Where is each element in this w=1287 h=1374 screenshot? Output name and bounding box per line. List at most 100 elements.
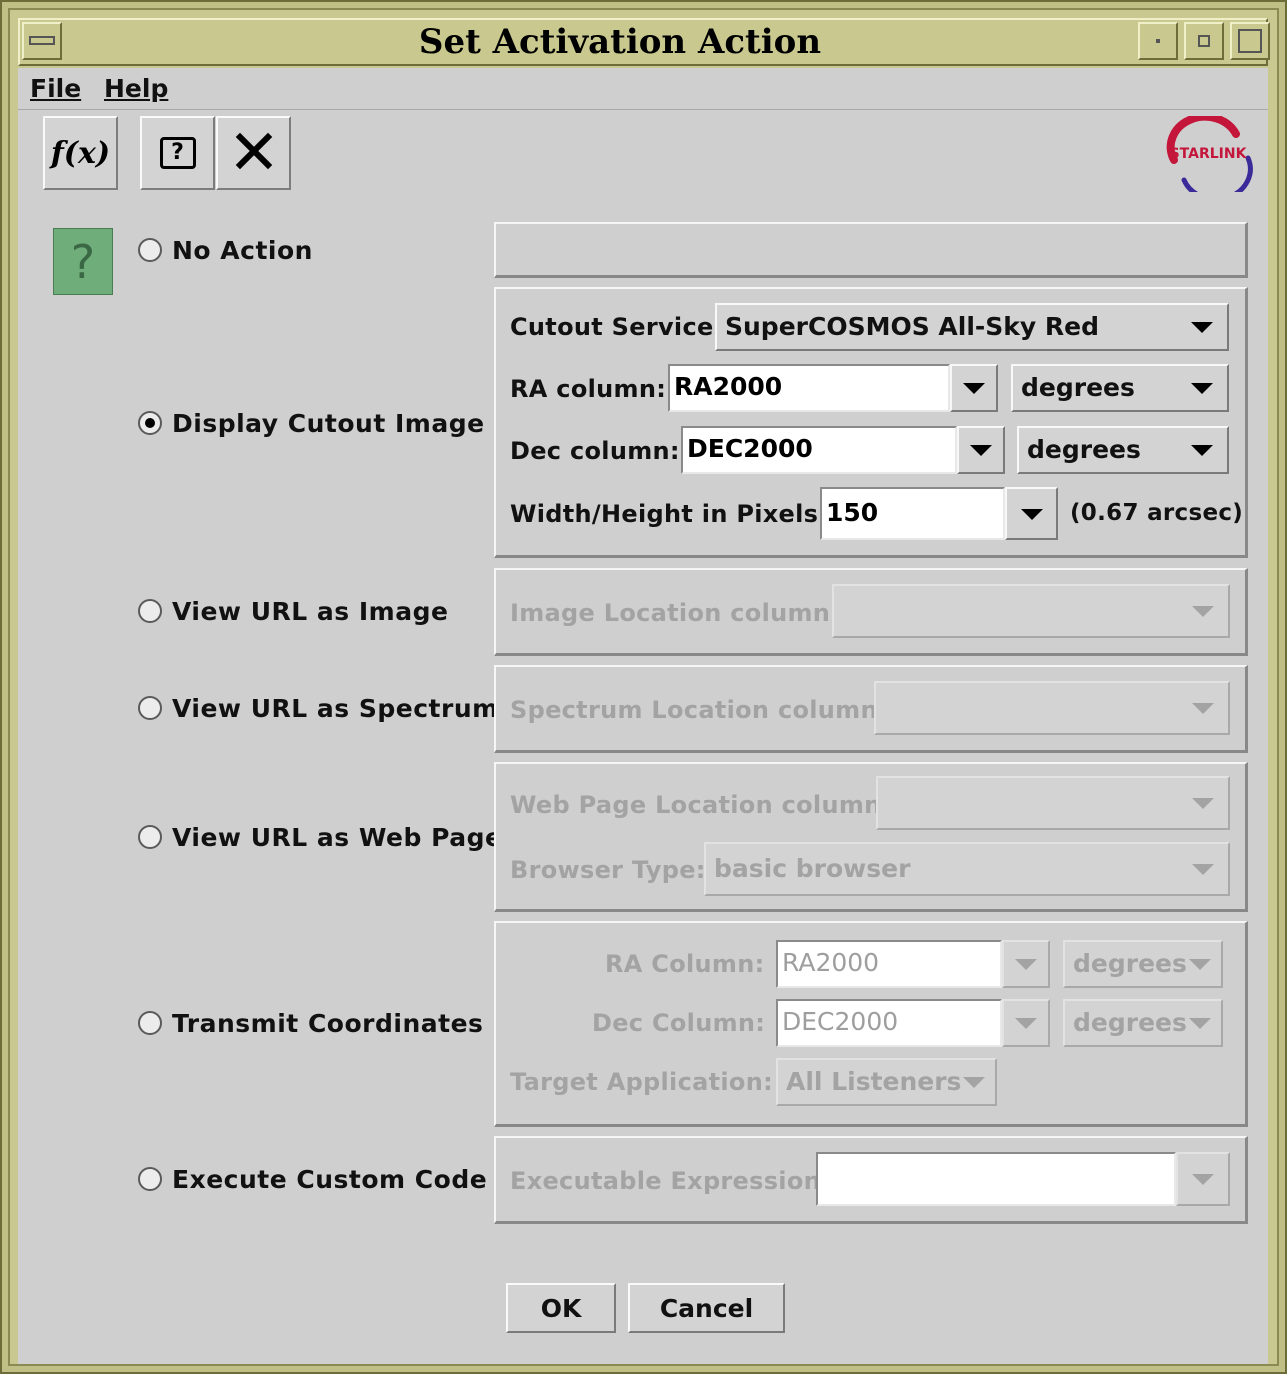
cancel-button[interactable]: Cancel <box>628 1283 785 1333</box>
image-location-select[interactable] <box>832 584 1230 638</box>
dec-unit-select[interactable]: degrees <box>1017 426 1229 474</box>
target-application-label: Target Application: <box>510 1068 773 1096</box>
option-no-action-label: No Action <box>172 235 313 265</box>
chevron-down-icon <box>1192 864 1214 875</box>
pixel-size-input[interactable]: 150 <box>820 487 1005 540</box>
transmit-dec-label: Dec Column: <box>592 1009 766 1037</box>
dec-column-label: Dec column: <box>510 437 680 465</box>
radio-display-cutout[interactable] <box>138 411 162 435</box>
transmit-dec-unit-select[interactable]: degrees <box>1063 999 1223 1047</box>
close-window-icon <box>1232 24 1268 58</box>
chevron-down-icon <box>1192 1174 1214 1185</box>
ra-unit-select[interactable]: degrees <box>1011 364 1229 412</box>
option-url-web[interactable]: View URL as Web Page <box>138 822 502 852</box>
menu-file[interactable]: File <box>30 74 81 103</box>
option-url-spectrum[interactable]: View URL as Spectrum <box>138 693 499 723</box>
radio-url-spectrum[interactable] <box>138 696 162 720</box>
web-location-select[interactable] <box>876 776 1230 830</box>
help-speech-glyph: ? <box>171 140 184 165</box>
cutout-service-select[interactable]: SuperCOSMOS All-Sky Red <box>715 303 1229 351</box>
radio-url-web[interactable] <box>138 825 162 849</box>
target-application-select[interactable]: All Listeners <box>776 1058 997 1106</box>
radio-transmit[interactable] <box>138 1011 162 1035</box>
menu-bar <box>18 68 1268 110</box>
option-url-web-label: View URL as Web Page <box>172 822 503 852</box>
target-application-value: All Listeners <box>786 1067 962 1096</box>
dec-column-input[interactable]: DEC2000 <box>681 426 957 474</box>
browser-type-select[interactable]: basic browser <box>704 842 1230 896</box>
chevron-down-icon <box>1192 703 1214 714</box>
transmit-dec-dropdown-button[interactable] <box>1002 999 1050 1047</box>
menu-help-label: Help <box>104 74 169 103</box>
chevron-down-icon <box>1015 1018 1037 1029</box>
executable-expression-label: Executable Expression: <box>510 1167 831 1195</box>
close-window-button[interactable] <box>1230 22 1270 60</box>
option-no-action[interactable]: No Action <box>138 235 313 265</box>
no-action-panel <box>494 222 1248 278</box>
transmit-ra-dropdown-button[interactable] <box>1002 940 1050 988</box>
option-custom-code-label: Execute Custom Code <box>172 1164 488 1194</box>
option-url-spectrum-label: View URL as Spectrum <box>172 693 499 723</box>
function-icon: f(x) <box>50 135 111 171</box>
title-bar[interactable]: Set Activation Action <box>18 18 1268 66</box>
function-button[interactable]: f(x) <box>43 116 118 190</box>
transmit-dec-unit-value: degrees <box>1073 1008 1187 1037</box>
chevron-down-icon <box>963 1077 985 1088</box>
minimize-button[interactable] <box>1138 22 1178 60</box>
browser-type-label: Browser Type: <box>510 856 706 884</box>
help-badge-icon: ? <box>53 228 113 295</box>
transmit-ra-unit-value: degrees <box>1073 949 1187 978</box>
transmit-dec-input[interactable]: DEC2000 <box>776 999 1002 1047</box>
executable-expression-input[interactable] <box>816 1152 1176 1206</box>
option-url-image[interactable]: View URL as Image <box>138 596 448 626</box>
transmit-ra-label: RA Column: <box>605 950 765 978</box>
option-transmit[interactable]: Transmit Coordinates <box>138 1008 483 1038</box>
ra-column-label: RA column: <box>510 375 667 403</box>
ra-column-dropdown-button[interactable] <box>950 364 998 412</box>
transmit-ra-unit-select[interactable]: degrees <box>1063 940 1223 988</box>
menu-help[interactable]: Help <box>104 74 168 103</box>
ok-button[interactable]: OK <box>506 1283 616 1333</box>
chevron-down-icon <box>1191 322 1213 333</box>
pixel-size-label: Width/Height in Pixels: <box>510 500 829 528</box>
option-display-cutout-label: Display Cutout Image <box>172 408 485 438</box>
image-location-label: Image Location column: <box>510 599 841 627</box>
ra-unit-value: degrees <box>1021 373 1135 402</box>
radio-no-action[interactable] <box>138 238 162 262</box>
starlink-logo-text: STARLINK <box>1170 146 1248 162</box>
spectrum-location-select[interactable] <box>874 681 1230 735</box>
dec-column-dropdown-button[interactable] <box>957 426 1005 474</box>
transmit-ra-input[interactable]: RA2000 <box>776 940 1002 988</box>
ra-column-input[interactable]: RA2000 <box>668 364 950 412</box>
cutout-service-label: Cutout Service: <box>510 313 724 341</box>
spectrum-location-label: Spectrum Location column: <box>510 696 888 724</box>
dec-unit-value: degrees <box>1027 435 1141 464</box>
option-custom-code[interactable]: Execute Custom Code <box>138 1164 487 1194</box>
help-speech-icon: ? <box>159 137 196 169</box>
pixel-size-dropdown-button[interactable] <box>1005 487 1058 540</box>
option-display-cutout[interactable]: Display Cutout Image <box>138 408 485 438</box>
minimize-icon <box>1140 24 1176 58</box>
radio-custom-code[interactable] <box>138 1167 162 1191</box>
help-button[interactable]: ? <box>140 116 215 190</box>
window-title: Set Activation Action <box>418 22 822 62</box>
option-transmit-label: Transmit Coordinates <box>172 1008 484 1038</box>
ok-button-label: OK <box>540 1293 582 1323</box>
radio-url-image[interactable] <box>138 599 162 623</box>
maximize-button[interactable] <box>1184 22 1224 60</box>
cancel-button-label: Cancel <box>659 1293 754 1323</box>
chevron-down-icon <box>970 445 992 456</box>
chevron-down-icon <box>963 383 985 394</box>
web-location-label: Web Page Location column: <box>510 791 892 819</box>
option-url-image-label: View URL as Image <box>172 596 449 626</box>
executable-expression-dropdown-button[interactable] <box>1176 1152 1230 1206</box>
close-dialog-button[interactable] <box>216 116 291 190</box>
chevron-down-icon <box>1192 606 1214 617</box>
chevron-down-icon <box>1189 959 1211 970</box>
window-menu-button[interactable] <box>22 22 62 60</box>
chevron-down-icon <box>1021 509 1043 520</box>
help-badge-glyph: ? <box>70 234 96 289</box>
browser-type-value: basic browser <box>714 854 911 883</box>
chevron-down-icon <box>1192 798 1214 809</box>
close-icon <box>234 131 274 175</box>
